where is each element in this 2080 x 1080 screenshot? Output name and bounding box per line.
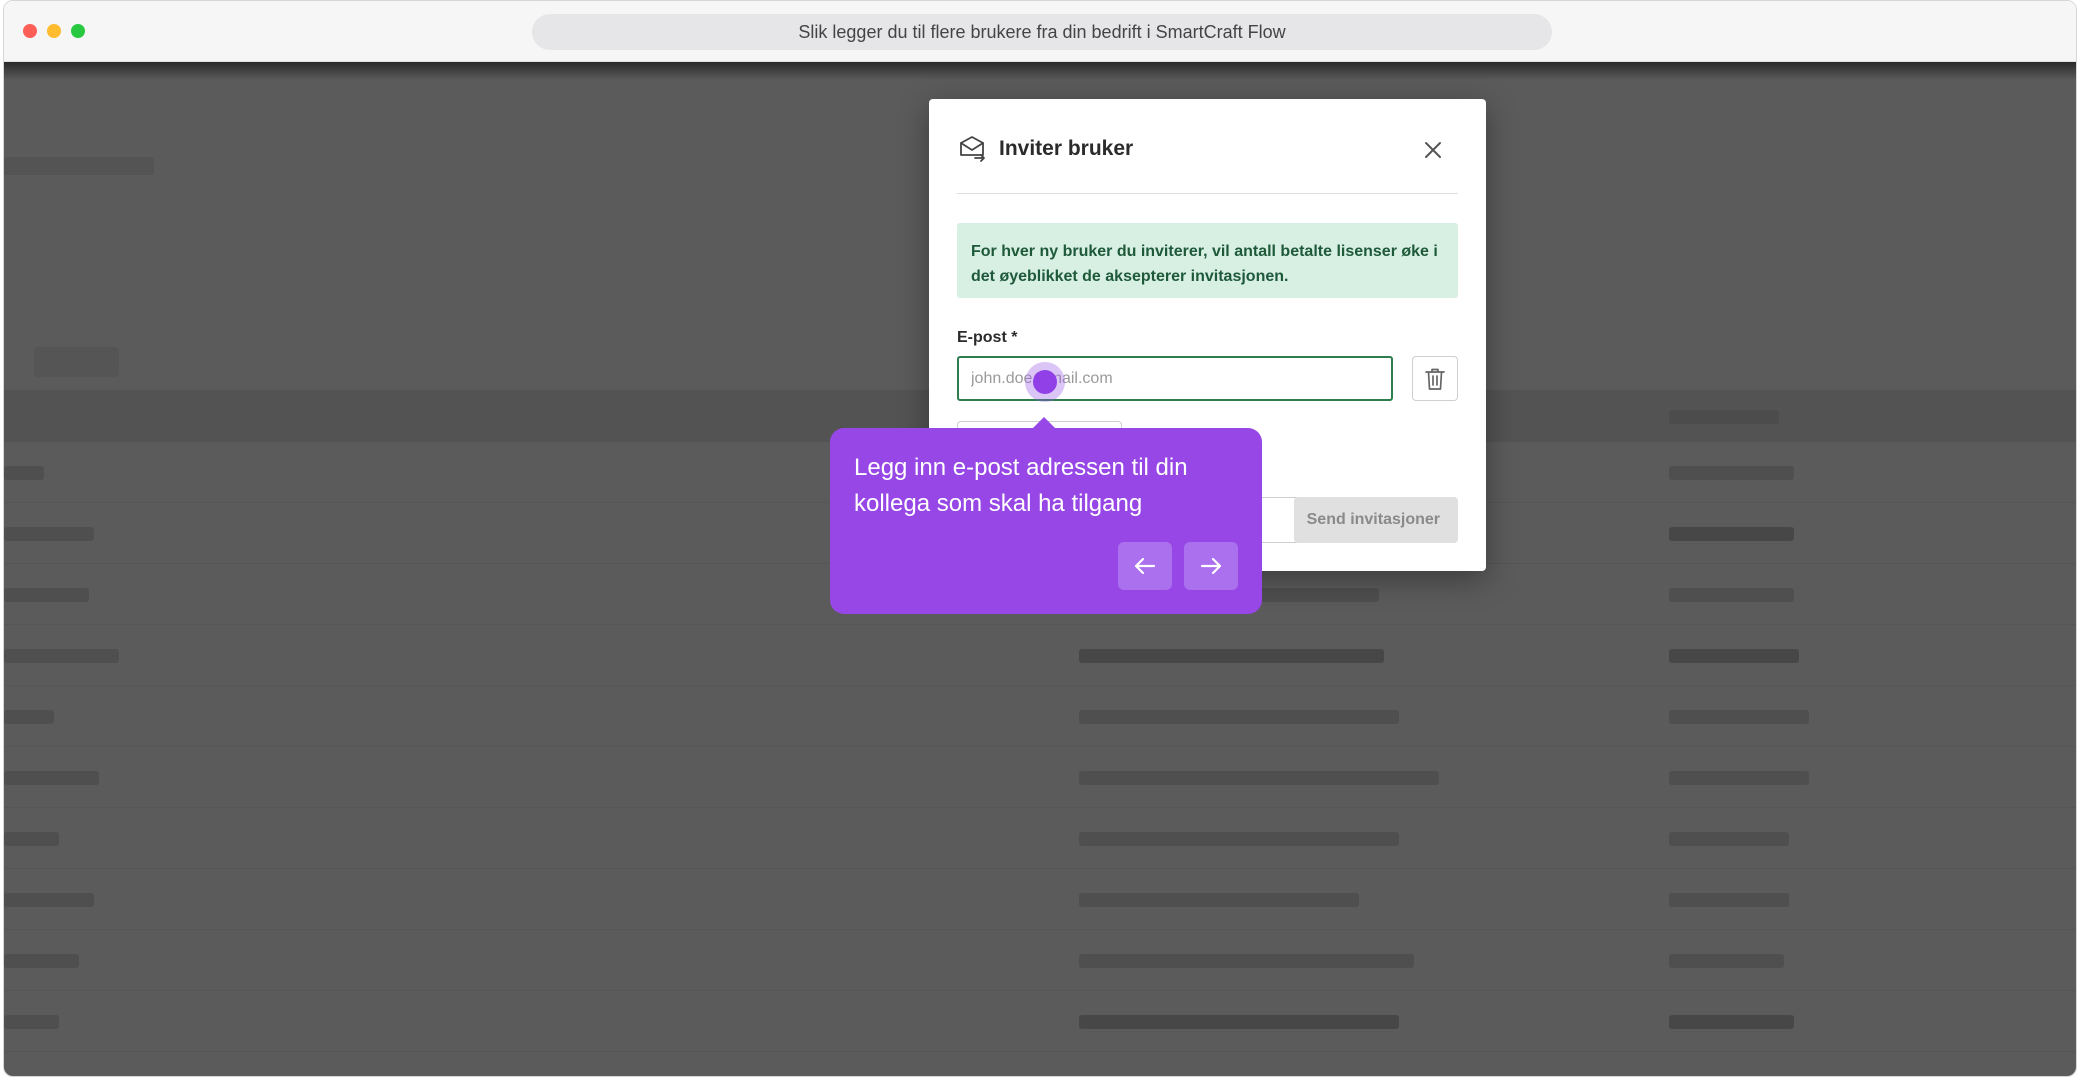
background-add-button <box>34 347 119 377</box>
overlay-shade <box>4 62 2076 80</box>
click-indicator <box>1025 362 1065 402</box>
browser-window: Slik legger du til flere brukere fra din… <box>3 0 2077 1077</box>
trash-icon <box>1425 368 1445 390</box>
modal-header: Inviter bruker <box>957 129 1458 169</box>
background-page-title <box>4 157 154 175</box>
background-column-label <box>1669 410 1779 424</box>
next-step-button[interactable] <box>1184 542 1238 590</box>
mail-icon <box>960 136 985 162</box>
arrow-right-icon <box>1200 557 1222 575</box>
table-row <box>4 808 2076 869</box>
tooltip-navigation <box>1118 542 1238 590</box>
previous-step-button[interactable] <box>1118 542 1172 590</box>
modal-title: Inviter bruker <box>999 137 1134 160</box>
page-viewport: Inviter bruker For hver ny bruker du inv… <box>4 62 2076 1076</box>
table-row <box>4 747 2076 808</box>
license-info-notice: For hver ny bruker du inviterer, vil ant… <box>957 223 1458 298</box>
tooltip-arrow <box>1033 417 1055 428</box>
table-row <box>4 686 2076 747</box>
modal-divider <box>957 193 1458 194</box>
arrow-left-icon <box>1134 557 1156 575</box>
email-label: E-post * <box>957 329 1018 346</box>
send-invitations-button[interactable]: Send invitasjoner <box>1294 497 1458 543</box>
window-title: Slik legger du til flere brukere fra din… <box>532 14 1552 50</box>
window-titlebar: Slik legger du til flere brukere fra din… <box>4 1 2076 62</box>
table-row <box>4 869 2076 930</box>
delete-email-button[interactable] <box>1412 356 1458 401</box>
maximize-window-button[interactable] <box>71 24 85 38</box>
guide-tooltip: Legg inn e-post adressen til din kollega… <box>830 417 1262 614</box>
minimize-window-button[interactable] <box>47 24 61 38</box>
close-icon[interactable] <box>1422 139 1444 161</box>
close-window-button[interactable] <box>23 24 37 38</box>
table-row <box>4 930 2076 991</box>
email-input[interactable] <box>957 356 1393 401</box>
tooltip-text: Legg inn e-post adressen til din kollega… <box>854 454 1188 517</box>
table-row <box>4 991 2076 1052</box>
table-row <box>4 625 2076 686</box>
